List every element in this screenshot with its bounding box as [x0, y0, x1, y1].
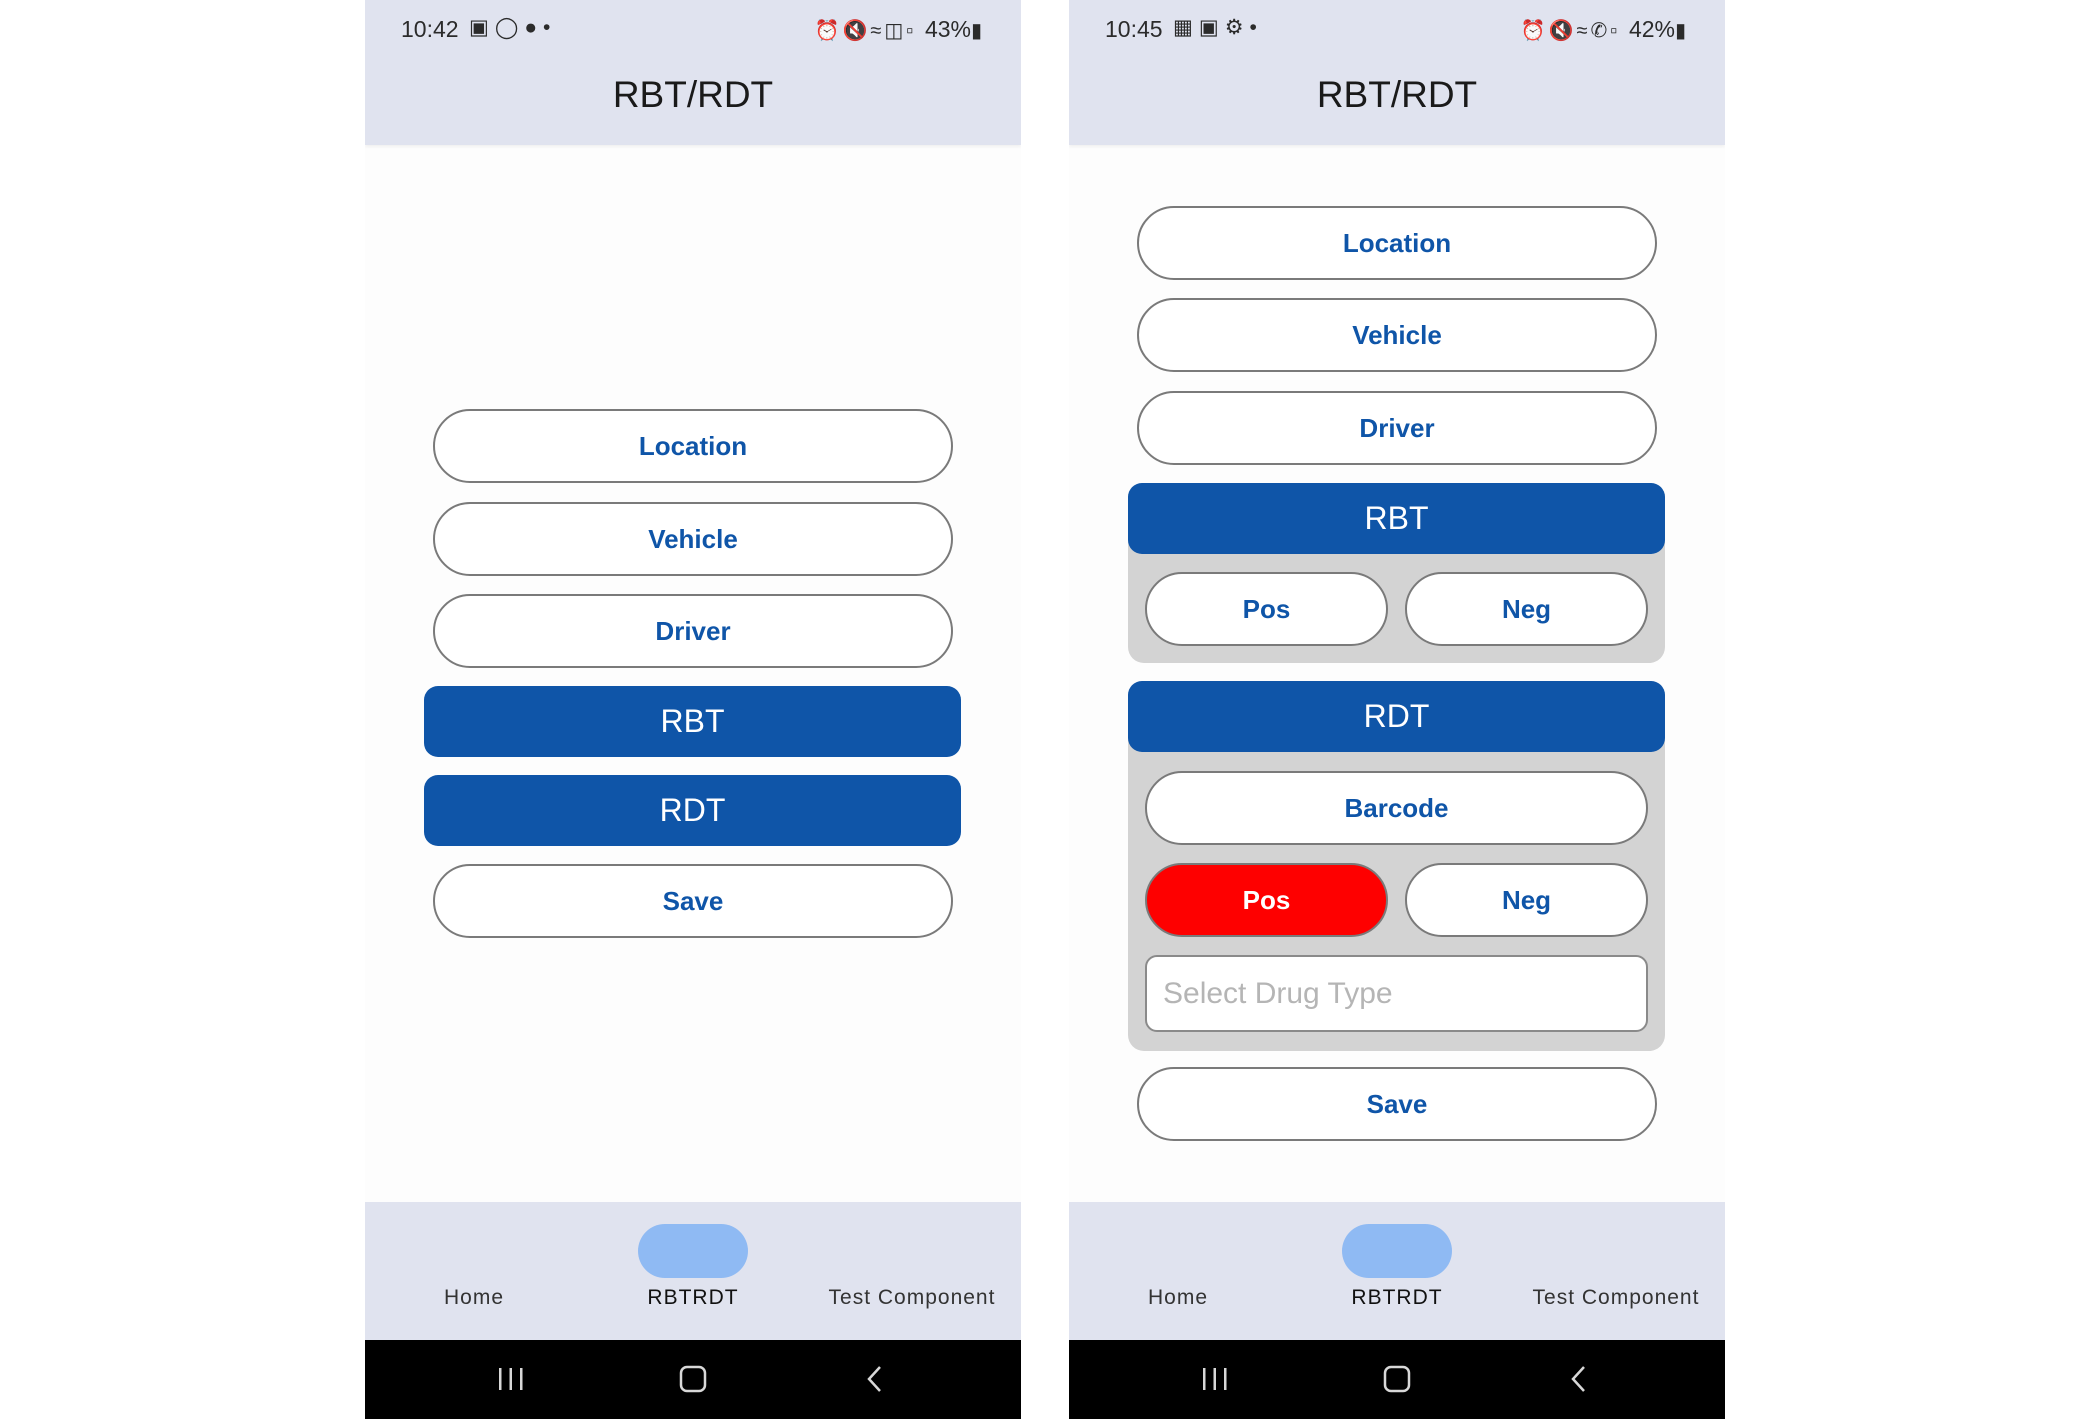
rbt-pos-button[interactable]: Pos — [1145, 572, 1388, 646]
rdt-header-button[interactable]: RDT — [1128, 681, 1665, 752]
volte-icon: ◫ — [884, 20, 907, 42]
location-button[interactable]: Location — [1137, 206, 1657, 280]
bottom-navigation: Home RBTRDT Test Component — [365, 1202, 1021, 1340]
signal-icon: ▫ — [906, 20, 917, 42]
battery-percentage: 42% — [1628, 16, 1675, 42]
nav-label-home: Home — [443, 1286, 505, 1309]
rdt-panel: RDT Barcode Pos Neg Select Drug Type — [1128, 681, 1665, 1051]
vehicle-button[interactable]: Vehicle — [1137, 298, 1657, 372]
save-button[interactable]: Save — [1137, 1067, 1657, 1141]
rbt-button[interactable]: RBT — [424, 686, 961, 757]
app-bar: RBT/RDT — [1069, 60, 1725, 145]
nav-label-rbtrdt: RBTRDT — [647, 1286, 739, 1309]
signal-icon: ▫ — [1610, 20, 1621, 42]
vehicle-button[interactable]: Vehicle — [433, 502, 953, 576]
wifi-icon: ≈ — [1576, 20, 1591, 42]
dot-icon: • — [543, 16, 557, 39]
status-time: 10:42 — [401, 16, 459, 42]
nav-item-home[interactable]: Home — [1069, 1202, 1287, 1340]
system-status-icons: ⏰🔇≈◫▫ 43%▮ — [815, 16, 985, 43]
image-icon: ▣ — [469, 16, 495, 39]
rbt-neg-button[interactable]: Neg — [1405, 572, 1648, 646]
status-time: 10:45 — [1105, 16, 1163, 42]
system-navigation-bar — [365, 1340, 1021, 1419]
nav-label-test-component: Test Component — [1532, 1286, 1700, 1309]
app-bar: RBT/RDT — [365, 60, 1021, 145]
dot-icon: • — [1249, 16, 1263, 39]
nav-label-home: Home — [1147, 1286, 1209, 1309]
home-icon[interactable] — [1367, 1352, 1427, 1406]
nav-item-test-component[interactable]: Test Component — [1507, 1202, 1725, 1340]
page-title: RBT/RDT — [612, 74, 774, 115]
nav-label-rbtrdt: RBTRDT — [1351, 1286, 1443, 1309]
recents-icon[interactable] — [1185, 1352, 1245, 1406]
status-bar: 10:45 ▦▣⚙• ⏰🔇≈✆▫ 42%▮ — [1069, 0, 1725, 60]
page-title: RBT/RDT — [1316, 74, 1478, 115]
nav-item-rbtrdt[interactable]: RBTRDT — [1288, 1202, 1506, 1340]
back-icon[interactable] — [1549, 1352, 1609, 1406]
wifi-call-icon: ✆ — [1590, 20, 1611, 42]
bulb-icon: ● — [524, 16, 544, 39]
barcode-button[interactable]: Barcode — [1145, 771, 1648, 845]
mute-icon: 🔇 — [842, 20, 871, 42]
battery-icon: ▮ — [970, 20, 985, 42]
nav-item-home[interactable]: Home — [365, 1202, 583, 1340]
wifi-icon: ≈ — [870, 20, 885, 42]
instagram-icon: ◯ — [494, 16, 525, 39]
rdt-button[interactable]: RDT — [424, 775, 961, 846]
bottom-navigation: Home RBTRDT Test Component — [1069, 1202, 1725, 1340]
recents-icon[interactable] — [481, 1352, 541, 1406]
alarm-icon: ⏰ — [1520, 20, 1549, 42]
rbt-header-button[interactable]: RBT — [1128, 483, 1665, 554]
notification-icons: ▣◯●• — [469, 15, 556, 40]
driver-button[interactable]: Driver — [433, 594, 953, 668]
nav-label-test-component: Test Component — [828, 1286, 996, 1309]
drug-type-select[interactable]: Select Drug Type — [1145, 955, 1648, 1032]
back-icon[interactable] — [845, 1352, 905, 1406]
location-button[interactable]: Location — [433, 409, 953, 483]
system-status-icons: ⏰🔇≈✆▫ 42%▮ — [1521, 16, 1689, 43]
driver-button[interactable]: Driver — [1137, 391, 1657, 465]
nav-item-test-component[interactable]: Test Component — [803, 1202, 1021, 1340]
battery-icon: ▮ — [1674, 20, 1689, 42]
notification-icons: ▦▣⚙• — [1173, 15, 1263, 40]
rdt-neg-button[interactable]: Neg — [1405, 863, 1648, 937]
phone-screen-right: 10:45 ▦▣⚙• ⏰🔇≈✆▫ 42%▮ RBT/RDT Location V… — [1069, 0, 1725, 1419]
home-icon[interactable] — [663, 1352, 723, 1406]
outlook-icon: ▦ — [1173, 16, 1199, 39]
image-icon: ▣ — [1198, 16, 1225, 39]
active-indicator — [1342, 1224, 1452, 1278]
phone-screen-left: 10:42 ▣◯●• ⏰🔇≈◫▫ 43%▮ RBT/RDT Location V… — [365, 0, 1021, 1419]
gear-icon: ⚙ — [1224, 16, 1250, 39]
alarm-icon: ⏰ — [814, 20, 843, 42]
rdt-pos-button[interactable]: Pos — [1145, 863, 1388, 937]
status-bar: 10:42 ▣◯●• ⏰🔇≈◫▫ 43%▮ — [365, 0, 1021, 60]
active-indicator — [638, 1224, 748, 1278]
battery-percentage: 43% — [924, 16, 971, 42]
system-navigation-bar — [1069, 1340, 1725, 1419]
mute-icon: 🔇 — [1548, 20, 1577, 42]
save-button[interactable]: Save — [433, 864, 953, 938]
rbt-panel: RBT Pos Neg — [1128, 483, 1665, 663]
nav-item-rbtrdt[interactable]: RBTRDT — [584, 1202, 802, 1340]
